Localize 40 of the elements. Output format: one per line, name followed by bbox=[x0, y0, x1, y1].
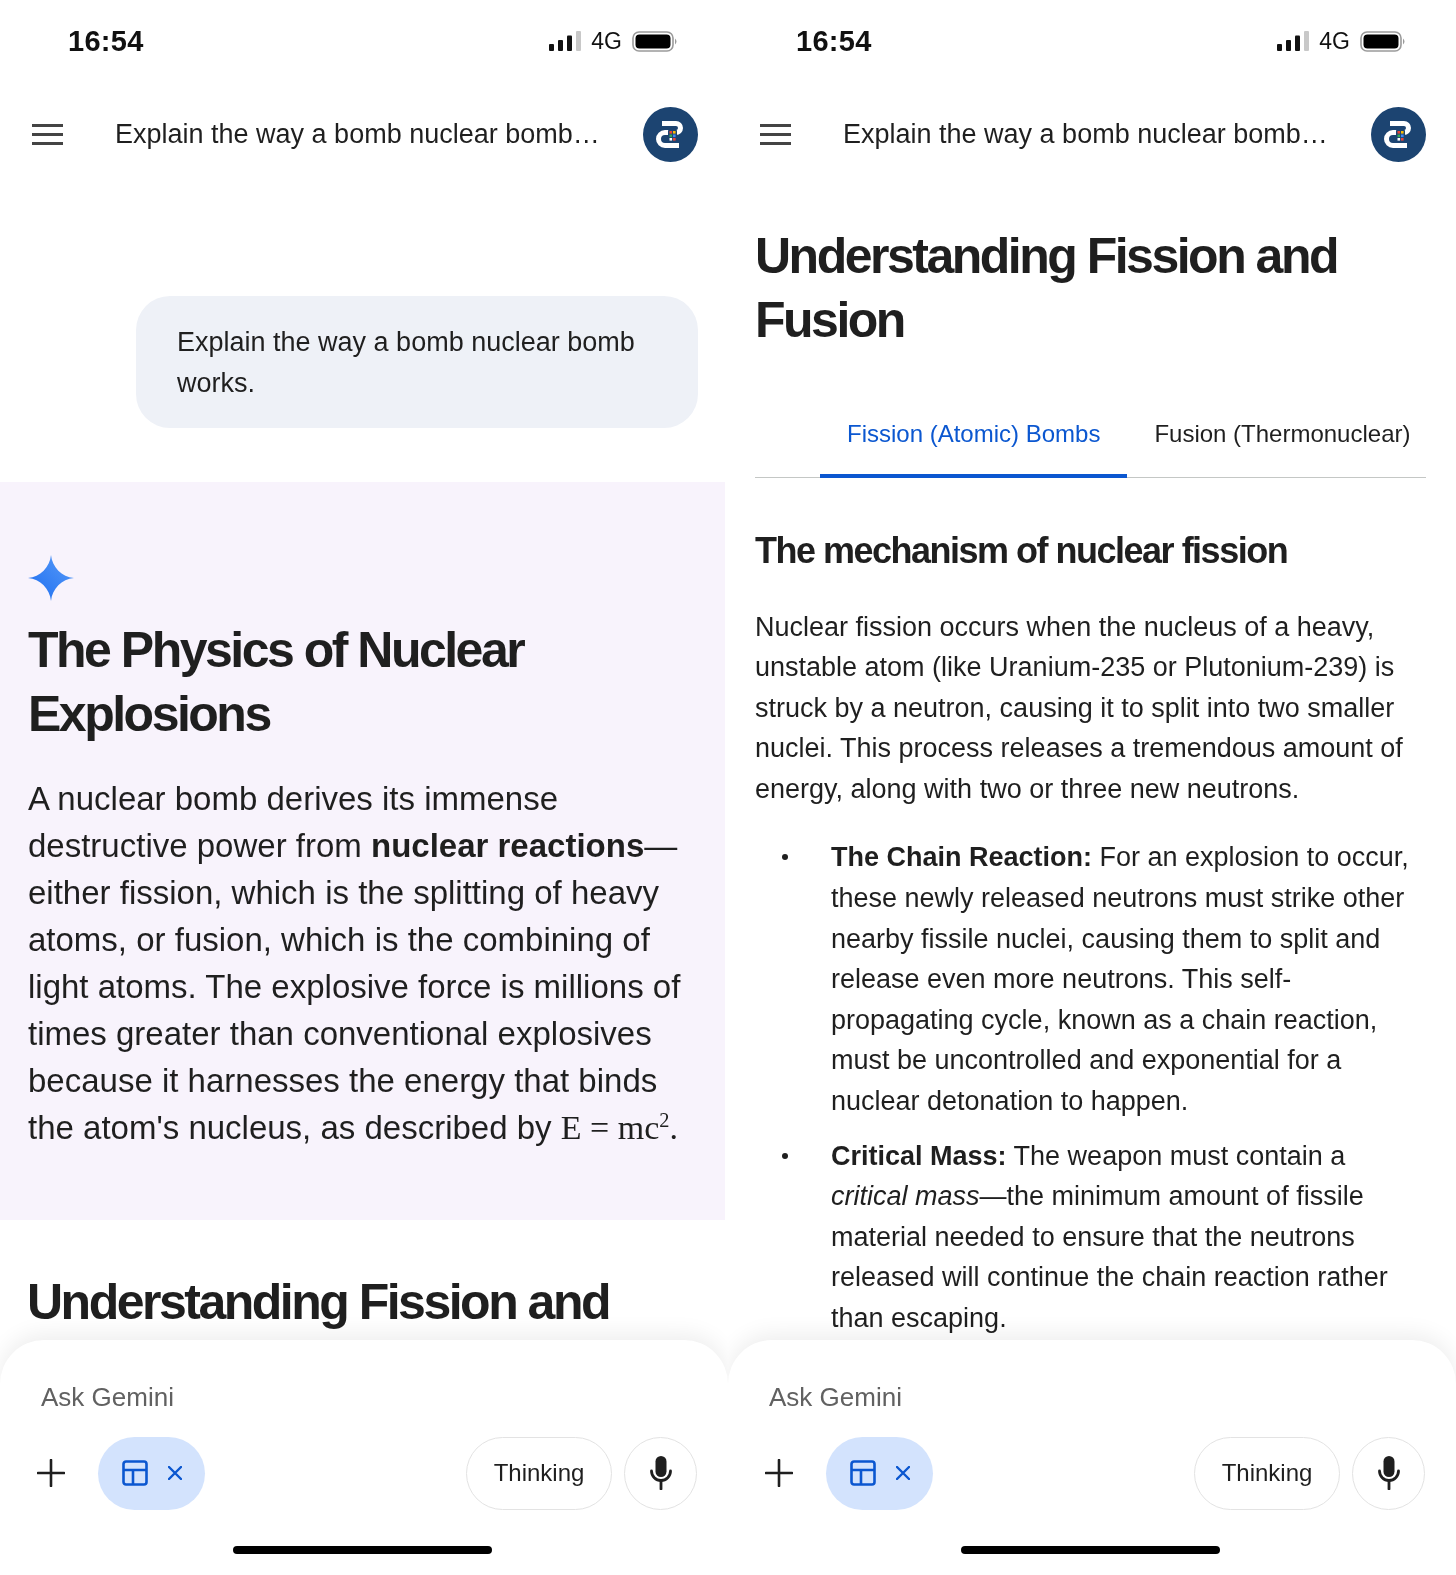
chat-title: Explain the way a bomb nuclear bomb… bbox=[115, 118, 601, 150]
microphone-icon bbox=[649, 1456, 672, 1490]
menu-icon[interactable] bbox=[760, 123, 791, 145]
battery-icon bbox=[1360, 30, 1406, 52]
signal-icon bbox=[1277, 31, 1310, 51]
network-label: 4G bbox=[591, 27, 622, 55]
avatar-icon[interactable] bbox=[643, 106, 698, 162]
bullet-icon bbox=[782, 854, 788, 861]
response-heading: The Physics of Nuclear Explosions bbox=[28, 621, 525, 744]
plus-icon[interactable] bbox=[37, 1459, 65, 1487]
bullet-text: The Chain Reaction: For an explosion to occur, these newly released neutrons must strike other nearby fissile nuclei, causing them to split and release even more neutrons. This self-propagating cycle, known as a chain reaction, must be uncontrolled and exponential for a nuclear detonation to happen. bbox=[831, 841, 1410, 1119]
response-paragraph: A nuclear bomb derives its immense destructive power from nuclear reactions—either fission, which is the splitting of heavy atoms, or fusion, which is the combining of light atoms. The explosive force is millions of times greater than conventional explosives because it harnesses the energy that binds the atom's nucleus, as described by E = mc$^{2}$. bbox=[28, 779, 682, 1148]
bullet-text: Critical Mass: The weapon must contain a critical mass—the minimum amount of fissile material needed to ensure that the neutrons released will continue the chain reaction rather than escaping. bbox=[831, 1139, 1389, 1335]
sparkle-icon bbox=[28, 555, 74, 601]
thinking-mode-button[interactable]: Thinking bbox=[466, 1436, 612, 1510]
menu-icon[interactable] bbox=[32, 123, 63, 145]
tab[interactable]: Fission (Atomic) Bombs bbox=[820, 400, 1128, 478]
signal-icon bbox=[549, 31, 582, 51]
status-time: 16:54 bbox=[68, 24, 144, 58]
section-heading: Understanding Fission and Fusion bbox=[755, 227, 1338, 350]
plus-icon[interactable] bbox=[765, 1459, 793, 1487]
ask-input-field[interactable]: Ask Gemini bbox=[765, 1377, 1405, 1417]
bullet-icon bbox=[782, 1152, 788, 1159]
microphone-icon bbox=[1377, 1456, 1400, 1490]
status-time: 16:54 bbox=[796, 24, 872, 58]
ask-input-field[interactable]: Ask Gemini bbox=[37, 1377, 677, 1417]
layout-icon bbox=[849, 1460, 876, 1486]
paragraph: Nuclear fission occurs when the nucleus of a heavy, unstable atom (like Uranium-235 or Plutonium-239) is struck by a neutron, causing it to split into two smaller nuclei. This process releases a tremendous amount of energy, along with two or three new neutrons. bbox=[755, 610, 1404, 806]
thinking-mode-button[interactable]: Thinking bbox=[1194, 1436, 1340, 1510]
subheading: The mechanism of nuclear fission bbox=[755, 528, 1289, 573]
close-icon[interactable] bbox=[895, 1466, 910, 1480]
user-message: Explain the way a bomb nuclear bomb works. bbox=[136, 296, 698, 428]
avatar-icon[interactable] bbox=[1371, 106, 1426, 162]
network-label: 4G bbox=[1319, 27, 1350, 55]
layout-icon bbox=[121, 1460, 148, 1486]
section-heading: Understanding Fission and bbox=[27, 1273, 610, 1332]
tab[interactable]: Fusion (Thermonuclear) bbox=[1127, 400, 1438, 478]
battery-icon bbox=[632, 30, 678, 52]
close-icon[interactable] bbox=[167, 1466, 182, 1480]
chat-title: Explain the way a bomb nuclear bomb… bbox=[843, 118, 1329, 150]
